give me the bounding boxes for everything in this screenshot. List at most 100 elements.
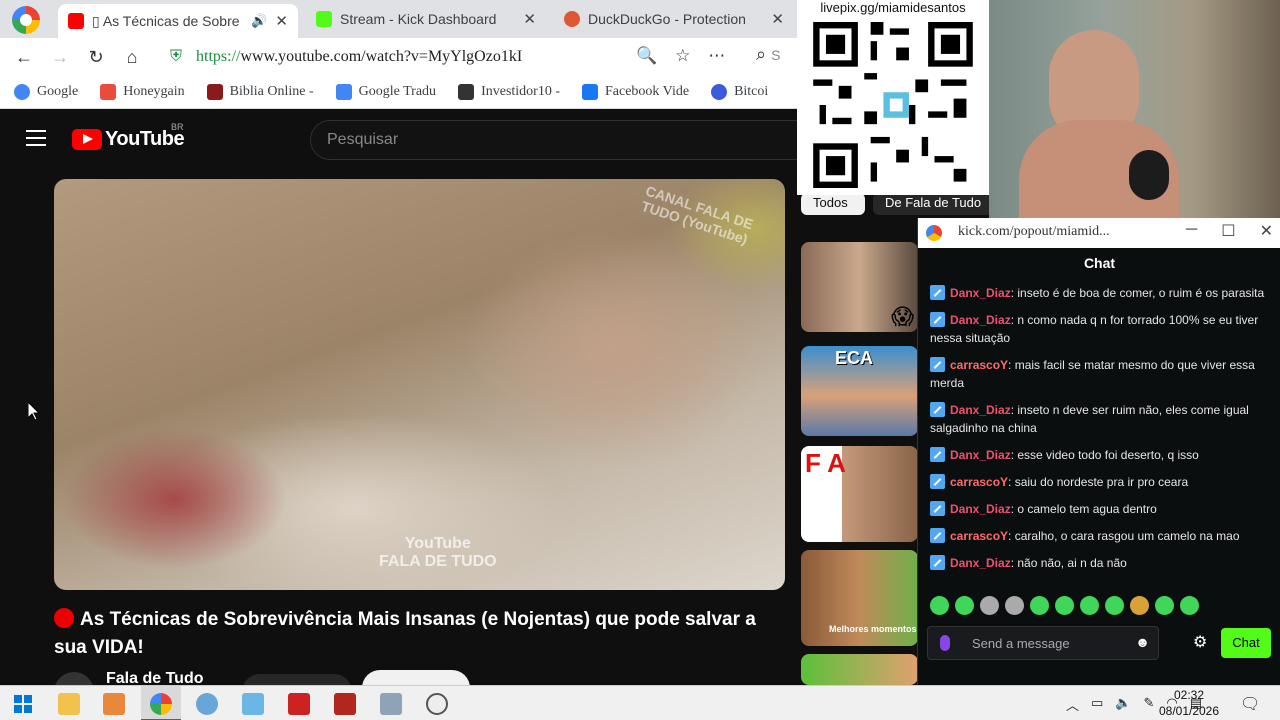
search-input[interactable]: Pesquisar <box>310 120 810 160</box>
home-icon[interactable]: ⌂ <box>114 47 150 68</box>
related-video-thumbnail[interactable]: ECA <box>801 346 918 436</box>
emote-icon[interactable] <box>1155 596 1174 615</box>
emote-bar <box>930 596 1199 615</box>
bookmark-biblia[interactable]: Biblia Online - <box>206 84 314 100</box>
youtube-logo[interactable]: YouTube BR <box>72 122 185 151</box>
minimize-icon[interactable]: ─ <box>1186 221 1197 241</box>
watermark-top: CANAL FALA DE TUDO (YouTube) <box>639 182 756 248</box>
bookmark-star-icon[interactable]: ☆ <box>675 46 690 66</box>
browser-logo-icon[interactable] <box>12 6 40 34</box>
more-icon[interactable]: ⋯ <box>708 46 725 66</box>
windows-taskbar: ︿ ▭ 🔈 ✎ ◠ ▤ 02:32 08/01/2026 🗨 <box>0 685 1280 720</box>
maximize-icon[interactable]: ☐ <box>1221 221 1235 241</box>
notes-icon[interactable] <box>242 693 264 715</box>
verified-badge-icon <box>930 402 945 417</box>
donation-qr-overlay: livepix.gg/miamidesantos <box>797 0 989 195</box>
volume-icon[interactable]: 🔈 <box>1115 695 1131 714</box>
file-explorer-icon[interactable] <box>58 693 80 715</box>
verified-badge-icon <box>930 474 945 489</box>
youtube-page: YouTube BR Pesquisar CANAL FALA DE TUDO … <box>0 110 810 688</box>
bookmark-google[interactable]: Google <box>14 84 78 100</box>
qr-label: livepix.gg/miamidesantos <box>820 0 966 15</box>
chat-message: Danx_Diaz: o camelo tem agua dentro <box>930 500 1274 518</box>
forward-arrow-icon[interactable]: → <box>42 47 78 68</box>
system-clock[interactable]: 02:32 08/01/2026 <box>1154 687 1224 719</box>
emote-icon[interactable] <box>1080 596 1099 615</box>
emote-icon[interactable] <box>1130 596 1149 615</box>
emote-icon[interactable] <box>1180 596 1199 615</box>
emote-icon[interactable] <box>980 596 999 615</box>
emote-icon[interactable] <box>955 596 974 615</box>
menu-icon[interactable] <box>26 130 46 146</box>
chat-message-input[interactable]: Send a message ☻ <box>927 626 1159 660</box>
media-player-icon[interactable] <box>103 693 125 715</box>
chat-message: Danx_Diaz: não não, ai n da não <box>930 554 1274 572</box>
related-video-thumbnail[interactable]: F A <box>801 446 918 542</box>
related-video-thumbnail[interactable]: Melhores momentos <box>801 550 918 646</box>
emoji-icon[interactable]: ☻ <box>1135 634 1150 650</box>
tab-title: ▯ As Técnicas de Sobre <box>92 12 240 29</box>
emote-icon[interactable] <box>1105 596 1124 615</box>
honeygain-icon <box>100 84 117 100</box>
related-video-thumbnail[interactable]: 😱 <box>801 242 918 332</box>
battery-icon[interactable]: ▭ <box>1091 695 1103 714</box>
emote-icon[interactable] <box>1005 596 1024 615</box>
send-placeholder: Send a message <box>972 636 1070 651</box>
chat-message: carrascoY: mais facil se matar mesmo do … <box>930 357 1255 390</box>
chip-all[interactable]: Todos <box>801 193 865 215</box>
chat-header: Chat <box>1083 255 1116 271</box>
chat-message: Danx_Diaz: esse video todo foi deserto, … <box>930 446 1274 464</box>
tray-chevron-icon[interactable]: ︿ <box>1066 695 1079 714</box>
thumbnail-text: Melhores momentos <box>829 624 917 634</box>
bookmarks-bar: Google Honeygain Biblia Online - Google … <box>0 76 800 109</box>
investidor-icon <box>458 84 475 100</box>
send-chat-button[interactable]: Chat <box>1221 628 1271 658</box>
verified-badge-icon <box>930 528 945 543</box>
emote-icon[interactable] <box>1055 596 1074 615</box>
emote-icon[interactable] <box>930 596 949 615</box>
live-icon <box>54 608 74 628</box>
obs-icon[interactable] <box>426 693 448 715</box>
translate-icon <box>335 84 352 100</box>
close-tab-icon[interactable]: ✕ <box>771 10 784 28</box>
windows-start-icon[interactable] <box>14 695 32 713</box>
speaker-icon[interactable]: 🔊 <box>251 13 267 29</box>
bookmark-facebook[interactable]: Facebook Vide <box>582 84 689 100</box>
close-tab-icon[interactable]: ✕ <box>275 12 288 30</box>
bookmark-investidor10[interactable]: Investidor10 - <box>458 84 560 100</box>
calculator-icon[interactable] <box>288 693 310 715</box>
tab-title: DuckDuckGo - Protection <box>588 11 746 27</box>
paint-icon[interactable] <box>196 693 218 715</box>
chip-from-channel[interactable]: De Fala de Tudo <box>873 193 993 215</box>
close-icon[interactable]: ✕ <box>1260 221 1273 241</box>
browser-nav-bar: ← → ↻ ⌂ ⛨ https://www.youtube.com/watch?… <box>0 38 800 76</box>
browser-taskbar-icon[interactable] <box>150 693 172 715</box>
close-tab-icon[interactable]: ✕ <box>523 10 536 28</box>
bookmark-honeygain[interactable]: Honeygain <box>100 84 185 100</box>
tab-kick-dashboard[interactable]: Stream - Kick Dashboard ✕ <box>306 4 546 34</box>
tab-duckduckgo[interactable]: DuckDuckGo - Protection ✕ <box>554 4 794 34</box>
bookmark-bitcoin[interactable]: Bitcoi <box>711 84 768 100</box>
flash-icon[interactable] <box>334 693 356 715</box>
chat-message: Danx_Diaz: n como nada q n for torrado 1… <box>930 312 1259 345</box>
tab-title: Stream - Kick Dashboard <box>340 11 497 27</box>
qr-code-icon <box>813 22 973 188</box>
pen-icon[interactable]: ✎ <box>1144 695 1155 714</box>
window-manager-icon[interactable] <box>380 693 402 715</box>
emote-icon[interactable] <box>1030 596 1049 615</box>
webcam-overlay <box>989 0 1280 218</box>
related-video-thumbnail[interactable] <box>801 654 918 685</box>
bookmark-google-tradutor[interactable]: Google Tradu <box>335 84 436 100</box>
back-arrow-icon[interactable]: ← <box>6 47 42 68</box>
notifications-icon[interactable]: 🗨 <box>1240 694 1260 714</box>
video-player[interactable]: CANAL FALA DE TUDO (YouTube) YouTube FAL… <box>54 179 785 590</box>
microphone-icon[interactable] <box>940 635 950 651</box>
browser-tab-bar: ▯ As Técnicas de Sobre 🔊 ✕ Stream - Kick… <box>0 0 800 38</box>
reload-icon[interactable]: ↻ <box>78 47 114 68</box>
google-icon <box>14 84 30 100</box>
tab-youtube[interactable]: ▯ As Técnicas de Sobre 🔊 ✕ <box>58 4 298 38</box>
zoom-icon[interactable]: 🔍 <box>636 46 657 66</box>
search-icon[interactable]: ⌕ S <box>756 44 780 65</box>
microphone-shape <box>1129 150 1169 200</box>
settings-gear-icon[interactable]: ⚙ <box>1193 632 1207 652</box>
